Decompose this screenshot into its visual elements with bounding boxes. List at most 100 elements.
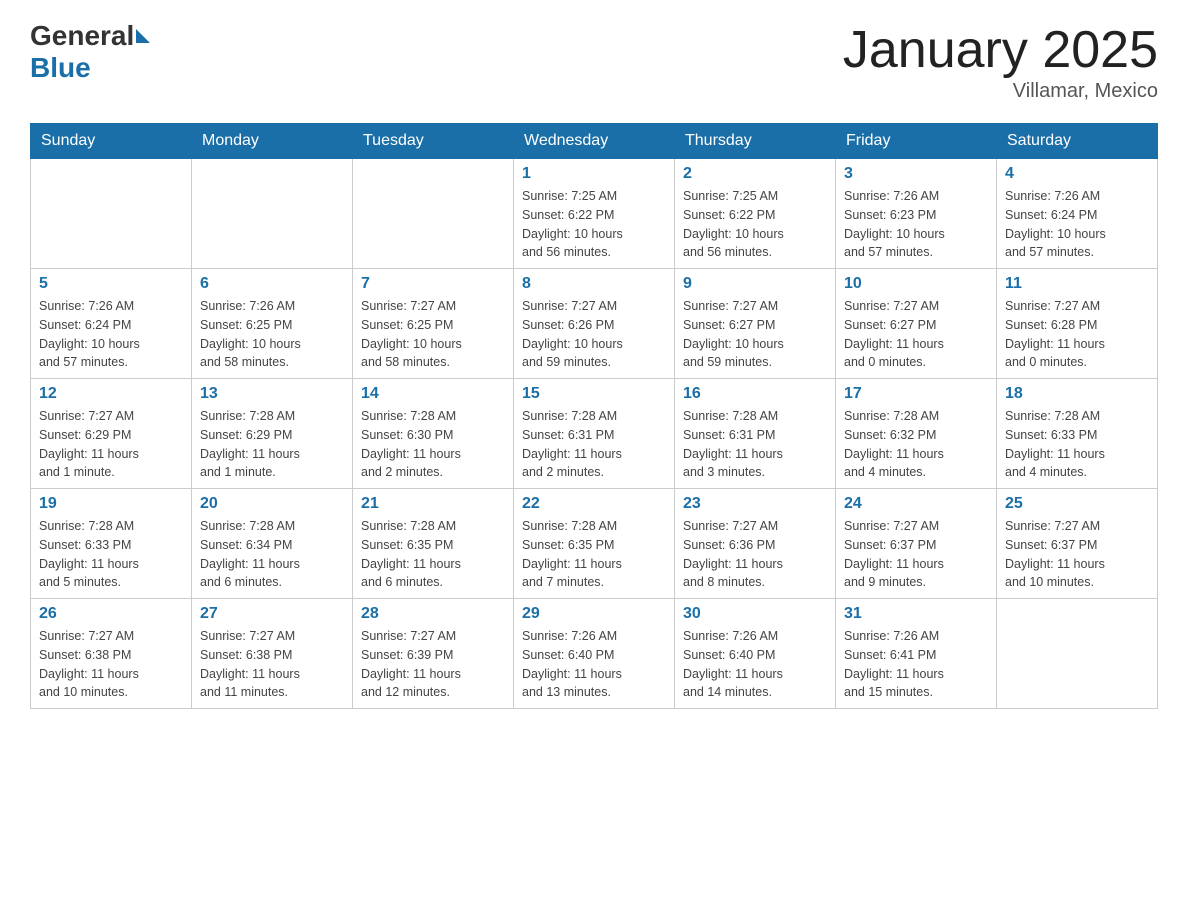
day-number: 5 bbox=[39, 275, 183, 293]
header-thursday: Thursday bbox=[675, 124, 836, 159]
calendar-cell-w3-d6: 18 Sunrise: 7:28 AMSunset: 6:33 PMDayligh… bbox=[997, 379, 1158, 489]
day-detail: Sunrise: 7:27 AMSunset: 6:37 PMDaylight:… bbox=[1005, 517, 1149, 592]
day-number: 25 bbox=[1005, 495, 1149, 513]
day-detail: Sunrise: 7:27 AMSunset: 6:39 PMDaylight:… bbox=[361, 627, 505, 702]
day-detail: Sunrise: 7:26 AMSunset: 6:24 PMDaylight:… bbox=[1005, 187, 1149, 262]
day-detail: Sunrise: 7:28 AMSunset: 6:31 PMDaylight:… bbox=[522, 407, 666, 482]
day-number: 18 bbox=[1005, 385, 1149, 403]
calendar-cell-w5-d3: 29Sunrise: 7:26 AMSunset: 6:40 PMDayligh… bbox=[514, 599, 675, 709]
day-detail: Sunrise: 7:26 AMSunset: 6:41 PMDaylight:… bbox=[844, 627, 988, 702]
day-detail: Sunrise: 7:27 AMSunset: 6:38 PMDaylight:… bbox=[200, 627, 344, 702]
header-wednesday: Wednesday bbox=[514, 124, 675, 159]
day-detail: Sunrise: 7:25 AMSunset: 6:22 PMDaylight:… bbox=[683, 187, 827, 262]
day-detail: Sunrise: 7:27 AMSunset: 6:25 PMDaylight:… bbox=[361, 297, 505, 372]
day-number: 7 bbox=[361, 275, 505, 293]
calendar-cell-w1-d5: 3 Sunrise: 7:26 AMSunset: 6:23 PMDaylight… bbox=[836, 159, 997, 269]
calendar-cell-w1-d1 bbox=[192, 159, 353, 269]
day-number: 24 bbox=[844, 495, 988, 513]
calendar-cell-w4-d4: 23 Sunrise: 7:27 AMSunset: 6:36 PMDayligh… bbox=[675, 489, 836, 599]
day-number: 12 bbox=[39, 385, 183, 403]
day-number: 30 bbox=[683, 605, 827, 623]
calendar-cell-w3-d1: 13 Sunrise: 7:28 AMSunset: 6:29 PMDayligh… bbox=[192, 379, 353, 489]
logo-blue-text: Blue bbox=[30, 52, 91, 83]
calendar-cell-w1-d2 bbox=[353, 159, 514, 269]
day-number: 28 bbox=[361, 605, 505, 623]
day-detail: Sunrise: 7:27 AMSunset: 6:38 PMDaylight:… bbox=[39, 627, 183, 702]
day-number: 16 bbox=[683, 385, 827, 403]
calendar-cell-w2-d2: 7 Sunrise: 7:27 AMSunset: 6:25 PMDaylight… bbox=[353, 269, 514, 379]
day-detail: Sunrise: 7:26 AMSunset: 6:40 PMDaylight:… bbox=[683, 627, 827, 702]
day-detail: Sunrise: 7:27 AMSunset: 6:37 PMDaylight:… bbox=[844, 517, 988, 592]
day-number: 27 bbox=[200, 605, 344, 623]
day-detail: Sunrise: 7:26 AMSunset: 6:24 PMDaylight:… bbox=[39, 297, 183, 372]
day-number: 15 bbox=[522, 385, 666, 403]
calendar-cell-w4-d6: 25 Sunrise: 7:27 AMSunset: 6:37 PMDayligh… bbox=[997, 489, 1158, 599]
day-detail: Sunrise: 7:27 AMSunset: 6:27 PMDaylight:… bbox=[683, 297, 827, 372]
day-number: 19 bbox=[39, 495, 183, 513]
calendar-cell-w5-d1: 27 Sunrise: 7:27 AMSunset: 6:38 PMDayligh… bbox=[192, 599, 353, 709]
day-detail: Sunrise: 7:28 AMSunset: 6:32 PMDaylight:… bbox=[844, 407, 988, 482]
calendar-cell-w1-d6: 4Sunrise: 7:26 AMSunset: 6:24 PMDaylight… bbox=[997, 159, 1158, 269]
calendar-cell-w5-d0: 26 Sunrise: 7:27 AMSunset: 6:38 PMDayligh… bbox=[31, 599, 192, 709]
calendar-cell-w4-d3: 22Sunrise: 7:28 AMSunset: 6:35 PMDayligh… bbox=[514, 489, 675, 599]
day-detail: Sunrise: 7:28 AMSunset: 6:29 PMDaylight:… bbox=[200, 407, 344, 482]
day-detail: Sunrise: 7:27 AMSunset: 6:29 PMDaylight:… bbox=[39, 407, 183, 482]
day-number: 22 bbox=[522, 495, 666, 513]
logo-triangle-icon bbox=[136, 29, 150, 43]
calendar-cell-w2-d6: 11 Sunrise: 7:27 AMSunset: 6:28 PMDayligh… bbox=[997, 269, 1158, 379]
calendar-cell-w1-d4: 2Sunrise: 7:25 AMSunset: 6:22 PMDaylight… bbox=[675, 159, 836, 269]
day-detail: Sunrise: 7:28 AMSunset: 6:31 PMDaylight:… bbox=[683, 407, 827, 482]
calendar-cell-w5-d6 bbox=[997, 599, 1158, 709]
day-detail: Sunrise: 7:26 AMSunset: 6:23 PMDaylight:… bbox=[844, 187, 988, 262]
calendar-cell-w3-d2: 14Sunrise: 7:28 AMSunset: 6:30 PMDayligh… bbox=[353, 379, 514, 489]
day-number: 23 bbox=[683, 495, 827, 513]
title-section: January 2025 Villamar, Mexico bbox=[843, 20, 1158, 103]
calendar-cell-w5-d5: 31Sunrise: 7:26 AMSunset: 6:41 PMDayligh… bbox=[836, 599, 997, 709]
calendar-cell-w4-d1: 20Sunrise: 7:28 AMSunset: 6:34 PMDayligh… bbox=[192, 489, 353, 599]
day-number: 10 bbox=[844, 275, 988, 293]
day-number: 20 bbox=[200, 495, 344, 513]
day-number: 13 bbox=[200, 385, 344, 403]
calendar-cell-w4-d2: 21 Sunrise: 7:28 AMSunset: 6:35 PMDayligh… bbox=[353, 489, 514, 599]
day-detail: Sunrise: 7:27 AMSunset: 6:28 PMDaylight:… bbox=[1005, 297, 1149, 372]
day-detail: Sunrise: 7:27 AMSunset: 6:26 PMDaylight:… bbox=[522, 297, 666, 372]
week-row-1: 1 Sunrise: 7:25 AMSunset: 6:22 PMDaylight… bbox=[31, 159, 1158, 269]
week-row-2: 5 Sunrise: 7:26 AMSunset: 6:24 PMDaylight… bbox=[31, 269, 1158, 379]
day-number: 26 bbox=[39, 605, 183, 623]
calendar-cell-w3-d4: 16 Sunrise: 7:28 AMSunset: 6:31 PMDayligh… bbox=[675, 379, 836, 489]
calendar-cell-w3-d3: 15 Sunrise: 7:28 AMSunset: 6:31 PMDayligh… bbox=[514, 379, 675, 489]
day-detail: Sunrise: 7:28 AMSunset: 6:35 PMDaylight:… bbox=[361, 517, 505, 592]
calendar-cell-w4-d0: 19 Sunrise: 7:28 AMSunset: 6:33 PMDayligh… bbox=[31, 489, 192, 599]
month-title: January 2025 bbox=[843, 20, 1158, 80]
logo-general-text: General bbox=[30, 20, 134, 52]
day-number: 6 bbox=[200, 275, 344, 293]
calendar-cell-w2-d3: 8Sunrise: 7:27 AMSunset: 6:26 PMDaylight… bbox=[514, 269, 675, 379]
calendar-cell-w5-d4: 30 Sunrise: 7:26 AMSunset: 6:40 PMDayligh… bbox=[675, 599, 836, 709]
day-number: 17 bbox=[844, 385, 988, 403]
day-number: 1 bbox=[522, 165, 666, 183]
day-detail: Sunrise: 7:28 AMSunset: 6:33 PMDaylight:… bbox=[39, 517, 183, 592]
day-detail: Sunrise: 7:28 AMSunset: 6:33 PMDaylight:… bbox=[1005, 407, 1149, 482]
header-monday: Monday bbox=[192, 124, 353, 159]
day-number: 9 bbox=[683, 275, 827, 293]
header-saturday: Saturday bbox=[997, 124, 1158, 159]
header-friday: Friday bbox=[836, 124, 997, 159]
day-number: 11 bbox=[1005, 275, 1149, 293]
calendar-cell-w2-d5: 10Sunrise: 7:27 AMSunset: 6:27 PMDayligh… bbox=[836, 269, 997, 379]
calendar-cell-w2-d4: 9 Sunrise: 7:27 AMSunset: 6:27 PMDaylight… bbox=[675, 269, 836, 379]
calendar-cell-w1-d0 bbox=[31, 159, 192, 269]
page-header: General Blue January 2025 Villamar, Mexi… bbox=[30, 20, 1158, 103]
day-number: 14 bbox=[361, 385, 505, 403]
calendar-cell-w2-d0: 5 Sunrise: 7:26 AMSunset: 6:24 PMDaylight… bbox=[31, 269, 192, 379]
day-detail: Sunrise: 7:27 AMSunset: 6:36 PMDaylight:… bbox=[683, 517, 827, 592]
calendar-cell-w1-d3: 1 Sunrise: 7:25 AMSunset: 6:22 PMDaylight… bbox=[514, 159, 675, 269]
calendar-cell-w3-d5: 17 Sunrise: 7:28 AMSunset: 6:32 PMDayligh… bbox=[836, 379, 997, 489]
location-text: Villamar, Mexico bbox=[843, 80, 1158, 103]
header-sunday: Sunday bbox=[31, 124, 192, 159]
header-tuesday: Tuesday bbox=[353, 124, 514, 159]
day-number: 21 bbox=[361, 495, 505, 513]
day-detail: Sunrise: 7:25 AMSunset: 6:22 PMDaylight:… bbox=[522, 187, 666, 262]
week-row-3: 12 Sunrise: 7:27 AMSunset: 6:29 PMDayligh… bbox=[31, 379, 1158, 489]
week-row-5: 26 Sunrise: 7:27 AMSunset: 6:38 PMDayligh… bbox=[31, 599, 1158, 709]
day-number: 3 bbox=[844, 165, 988, 183]
